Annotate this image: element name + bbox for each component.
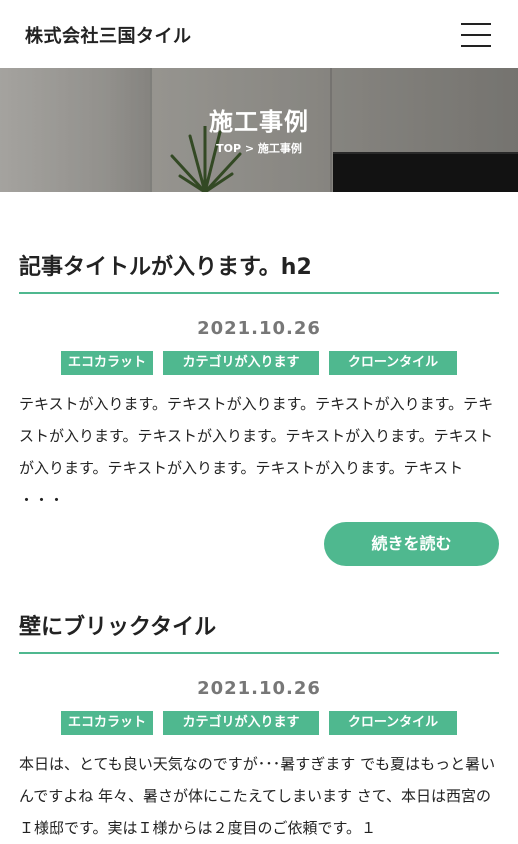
tag-button[interactable]: エコカラット	[61, 711, 153, 735]
read-more-button[interactable]: 続きを読む	[324, 522, 499, 566]
tag-button[interactable]: カテゴリが入ります	[163, 711, 319, 735]
site-logo[interactable]: 株式会社三国タイル	[25, 22, 192, 48]
post-tags: エコカラット カテゴリが入ります クローンタイル	[19, 351, 499, 375]
tag-button[interactable]: エコカラット	[61, 351, 153, 375]
tag-button[interactable]: クローンタイル	[329, 711, 457, 735]
tag-button[interactable]: クローンタイル	[329, 351, 457, 375]
page-title: 施工事例	[209, 108, 309, 136]
breadcrumb[interactable]: TOP > 施工事例	[0, 140, 518, 156]
post-title[interactable]: 記事タイトルが入ります。h2	[19, 252, 499, 294]
hero-banner: 施工事例 TOP > 施工事例	[0, 68, 518, 192]
post-title[interactable]: 壁にブリックタイル	[19, 612, 499, 654]
post-card: 壁にブリックタイル 2021.10.26 エコカラット カテゴリが入ります クロ…	[19, 612, 499, 844]
tag-button[interactable]: カテゴリが入ります	[163, 351, 319, 375]
site-header: 株式会社三国タイル	[0, 0, 518, 68]
post-excerpt: テキストが入ります。テキストが入ります。テキストが入ります。テキストが入ります。…	[19, 395, 494, 509]
hamburger-menu-icon[interactable]	[461, 22, 491, 48]
post-tags: エコカラット カテゴリが入ります クローンタイル	[19, 711, 499, 735]
post-date: 2021.10.26	[197, 678, 321, 699]
post-date: 2021.10.26	[197, 318, 321, 339]
post-card: 記事タイトルが入ります。h2 2021.10.26 エコカラット カテゴリが入り…	[19, 252, 499, 566]
post-excerpt: 本日は、とても良い天気なのですが･･･暑すぎます でも夏はもっと暑いんですよね …	[19, 755, 496, 837]
